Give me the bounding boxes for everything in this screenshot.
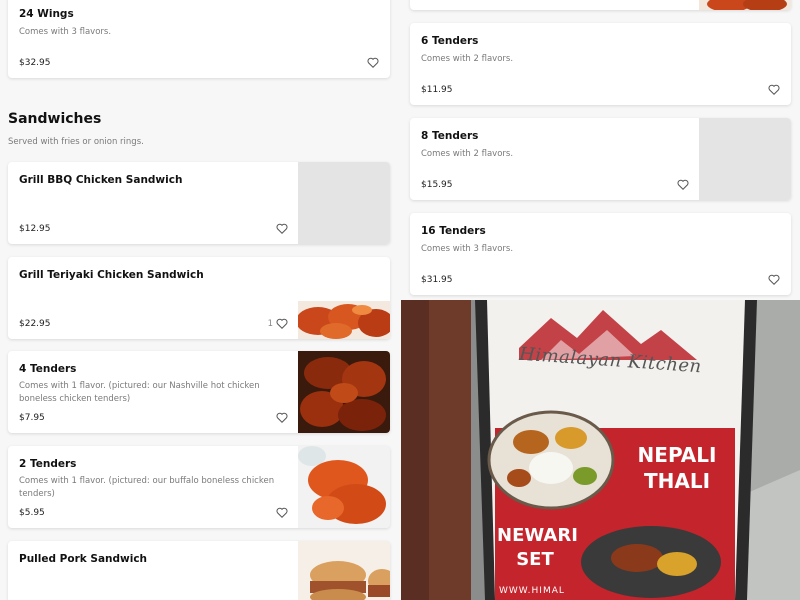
item-description: Comes with 1 flavor. (pictured: our Nash…	[19, 381, 260, 404]
restaurant-sign-photo: Himalayan Kitchen NEPALI THALI NEWARI SE…	[401, 300, 800, 600]
menu-item-card-pulled-pork-sandwich[interactable]: Pulled Pork Sandwich	[8, 541, 390, 600]
item-image	[298, 351, 390, 433]
heart-icon[interactable]	[276, 412, 288, 423]
sign-label-line: NEWARI	[497, 525, 578, 546]
item-image	[298, 446, 390, 528]
heart-icon[interactable]	[768, 274, 780, 285]
item-price: $7.95	[19, 413, 45, 423]
item-title: 16 Tenders	[421, 225, 486, 237]
heart-icon[interactable]	[367, 57, 379, 68]
item-image	[298, 301, 390, 339]
item-image	[298, 541, 390, 600]
item-price: $15.95	[421, 180, 453, 190]
heart-icon[interactable]	[768, 84, 780, 95]
item-price: $11.95	[421, 85, 453, 95]
menu-page: 24 Wings Comes with 3 flavors. $32.95 Sa…	[0, 0, 800, 600]
menu-item-card-4-tenders[interactable]: 4 Tenders Comes with 1 flavor. (pictured…	[8, 351, 390, 433]
section-description-sandwiches: Served with fries or onion rings.	[8, 137, 144, 147]
heart-icon[interactable]	[276, 318, 288, 329]
menu-item-card-16-tenders[interactable]: 16 Tenders Comes with 3 flavors. $31.95	[410, 213, 791, 295]
item-description: Comes with 3 flavors.	[421, 244, 514, 254]
sign-label-newari-set: NEWARI SET	[497, 524, 578, 572]
menu-item-card-24-wings[interactable]: 24 Wings Comes with 3 flavors. $32.95	[8, 0, 390, 78]
section-title-sandwiches: Sandwiches	[8, 111, 102, 127]
item-image	[699, 0, 791, 10]
menu-item-card-8-tenders[interactable]: 8 Tenders Comes with 2 flavors. $15.95	[410, 118, 791, 200]
menu-item-card-grill-bbq-chicken-sandwich[interactable]: Grill BBQ Chicken Sandwich $12.95	[8, 162, 390, 244]
pulled-pork-sandwich-photo	[298, 541, 390, 600]
item-price: $31.95	[421, 275, 453, 285]
sign-url-text: WWW.HIMAL	[499, 586, 565, 596]
heart-icon[interactable]	[276, 507, 288, 518]
item-title: Grill BBQ Chicken Sandwich	[19, 174, 183, 186]
like-count: 1	[267, 319, 273, 329]
item-price: $22.95	[19, 319, 51, 329]
chicken-wings-photo	[298, 301, 390, 339]
menu-item-card-grill-teriyaki-chicken-sandwich[interactable]: Grill Teriyaki Chicken Sandwich $22.95 1	[8, 257, 390, 339]
sign-label-line: SET	[516, 549, 554, 570]
sign-label-line: NEPALI	[637, 443, 717, 467]
chicken-tenders-photo	[699, 0, 791, 10]
item-price: $5.95	[19, 508, 45, 518]
sign-illustration	[401, 300, 800, 600]
sign-label-nepali-thali: NEPALI THALI	[637, 442, 717, 494]
item-title: 4 Tenders	[19, 363, 77, 375]
item-title: 8 Tenders	[421, 130, 479, 142]
buffalo-tenders-photo	[298, 446, 390, 528]
menu-item-card-partial[interactable]	[410, 0, 791, 10]
item-title: Pulled Pork Sandwich	[19, 553, 148, 565]
item-title: Grill Teriyaki Chicken Sandwich	[19, 269, 204, 281]
nashville-hot-tenders-photo	[298, 351, 390, 433]
menu-item-card-2-tenders[interactable]: 2 Tenders Comes with 1 flavor. (pictured…	[8, 446, 390, 528]
item-description: Comes with 3 flavors.	[19, 27, 112, 37]
item-image-placeholder	[699, 118, 791, 200]
item-price: $12.95	[19, 224, 51, 234]
item-title: 6 Tenders	[421, 35, 479, 47]
item-description: Comes with 2 flavors.	[421, 54, 514, 64]
heart-icon[interactable]	[276, 223, 288, 234]
item-description: Comes with 1 flavor. (pictured: our buff…	[19, 476, 275, 499]
item-description: Comes with 2 flavors.	[421, 149, 514, 159]
sign-label-line: THALI	[643, 469, 711, 493]
item-title: 2 Tenders	[19, 458, 77, 470]
item-price: $32.95	[19, 58, 51, 68]
item-title: 24 Wings	[19, 8, 74, 20]
menu-item-card-6-tenders[interactable]: 6 Tenders Comes with 2 flavors. $11.95	[410, 23, 791, 105]
item-image-placeholder	[298, 162, 390, 244]
heart-icon[interactable]	[677, 179, 689, 190]
